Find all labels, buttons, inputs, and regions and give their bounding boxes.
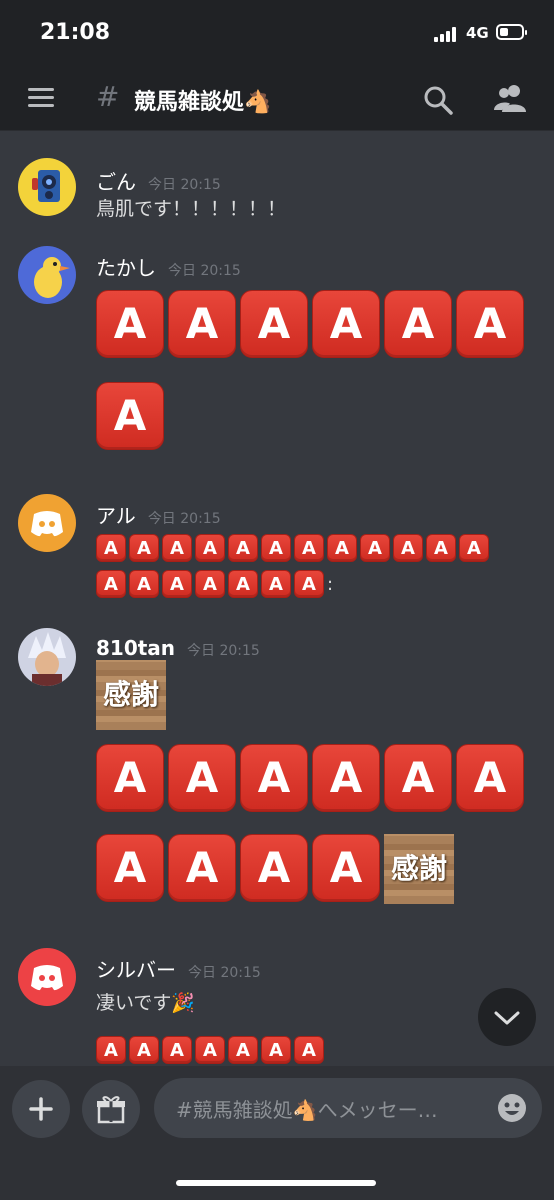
discord-logo-icon — [31, 965, 63, 991]
emoji-a-button: A — [456, 744, 524, 812]
emoji-a-button: A — [384, 290, 452, 358]
signal-icon — [434, 26, 458, 42]
gift-icon — [97, 1096, 125, 1124]
emoji-a-button: A — [168, 744, 236, 812]
emoji-row: AAAAAAA: — [96, 570, 333, 598]
avatar[interactable] — [18, 628, 76, 686]
emoji-a-button: A — [294, 1036, 324, 1064]
emoji-row: AAAAAAAAAAAA — [96, 534, 492, 562]
channel-header: # 競馬雑談処🐴 — [0, 66, 554, 131]
plus-icon — [29, 1097, 53, 1121]
emoji-a-button: A — [129, 570, 159, 598]
emoji-a-button: A — [162, 1036, 192, 1064]
emoji-a-button: A — [195, 1036, 225, 1064]
author-name[interactable]: ごん 今日 20:15 — [96, 166, 221, 195]
emoji-a-button: A — [240, 744, 308, 812]
message-timestamp: 今日 20:15 — [147, 511, 221, 527]
emoji-a-button: A — [261, 1036, 291, 1064]
emoji-a-button: A — [459, 534, 489, 562]
avatar[interactable] — [18, 948, 76, 1006]
emoji-a-button: A — [96, 834, 164, 902]
emoji-a-button: A — [228, 570, 258, 598]
emoji-a-button: A — [96, 534, 126, 562]
message-timestamp: 今日 20:15 — [148, 177, 221, 193]
emoji-a-button: A — [261, 534, 291, 562]
discord-logo-icon — [31, 511, 63, 537]
emoji-a-button: A — [426, 534, 456, 562]
emoji-row: 感謝 — [96, 660, 166, 730]
emoji-a-button: A — [393, 534, 423, 562]
attach-button[interactable] — [12, 1080, 70, 1138]
emoji-picker-icon[interactable] — [496, 1092, 528, 1124]
message-timestamp: 今日 20:15 — [168, 263, 241, 279]
message-item[interactable]: シルバー 今日 20:15 凄いです🎉 AAAAAAA — [0, 948, 554, 1066]
emoji-a-button: A — [384, 744, 452, 812]
emoji-a-button: A — [360, 534, 390, 562]
emoji-a-button: A — [129, 1036, 159, 1064]
avatar[interactable] — [18, 494, 76, 552]
emoji-a-button: A — [162, 534, 192, 562]
emoji-a-button: A — [294, 570, 324, 598]
chevron-down-icon — [494, 1011, 520, 1025]
message-item[interactable]: ごん 今日 20:15 鳥肌です！！！！！！ — [0, 158, 554, 228]
emoji-a-button: A — [312, 834, 380, 902]
scroll-to-bottom-button[interactable] — [478, 988, 536, 1046]
message-item[interactable]: たかし 今日 20:15 AAAAAA A — [0, 246, 554, 456]
avatar[interactable] — [18, 246, 76, 304]
author-name[interactable]: シルバー 今日 20:15 — [96, 954, 261, 983]
emoji-a-button: A — [228, 1036, 258, 1064]
emoji-row: AAAAAA — [96, 744, 528, 812]
emoji-a-button: A — [96, 382, 164, 450]
emoji-a-button: A — [327, 534, 357, 562]
emoji-row: A A A A 感謝 — [96, 834, 454, 904]
emoji-a-button: A — [261, 570, 291, 598]
menu-icon[interactable] — [28, 88, 56, 108]
emoji-a-button: A — [162, 570, 192, 598]
emoji-a-button: A — [456, 290, 524, 358]
emoji-row: A — [96, 382, 168, 450]
emoji-a-button: A — [312, 744, 380, 812]
emoji-a-button: A — [96, 744, 164, 812]
channel-title[interactable]: 競馬雑談処🐴 — [134, 84, 271, 116]
message-text: 鳥肌です！！！！！！ — [96, 198, 287, 220]
home-indicator[interactable] — [176, 1180, 376, 1186]
author-name[interactable]: 810tan 今日 20:15 — [96, 636, 260, 660]
author-name[interactable]: たかし 今日 20:15 — [96, 252, 241, 281]
members-icon[interactable] — [492, 82, 528, 114]
emoji-a-button: A — [96, 1036, 126, 1064]
message-item[interactable]: 810tan 今日 20:15 感謝 AAAAAA A A A A 感謝 — [0, 628, 554, 918]
emoji-a-button: A — [312, 290, 380, 358]
emoji-a-button: A — [129, 534, 159, 562]
emoji-a-button: A — [240, 290, 308, 358]
network-label: 4G — [466, 24, 489, 42]
emoji-a-button: A — [294, 534, 324, 562]
status-time: 21:08 — [40, 20, 111, 45]
status-bar: 21:08 4G — [0, 0, 554, 66]
search-icon[interactable] — [422, 84, 454, 116]
emoji-a-button: A — [228, 534, 258, 562]
battery-icon — [496, 24, 527, 40]
emoji-a-button: A — [195, 570, 225, 598]
channel-hash-icon: # — [96, 80, 120, 113]
message-input[interactable]: #競馬雑談処🐴へメッセー… — [154, 1078, 542, 1138]
message-input-placeholder: #競馬雑談処🐴へメッセー… — [176, 1098, 438, 1122]
message-text: 凄いです🎉 — [96, 992, 196, 1014]
gift-button[interactable] — [82, 1080, 140, 1138]
emoji-a-button: A — [96, 570, 126, 598]
kansha-emoji: 感謝 — [96, 660, 166, 730]
message-suffix: : — [327, 574, 334, 595]
emoji-a-button: A — [195, 534, 225, 562]
message-timestamp: 今日 20:15 — [187, 643, 260, 659]
author-name[interactable]: アル 今日 20:15 — [96, 500, 221, 529]
emoji-a-button: A — [240, 834, 308, 902]
emoji-row: AAAAAA — [96, 290, 528, 358]
emoji-row: AAAAAAA — [96, 1036, 327, 1064]
emoji-a-button: A — [168, 290, 236, 358]
message-item[interactable]: アル 今日 20:15 AAAAAAAAAAAA AAAAAAA: — [0, 494, 554, 604]
message-timestamp: 今日 20:15 — [188, 965, 261, 981]
emoji-a-button: A — [96, 290, 164, 358]
kansha-emoji: 感謝 — [384, 834, 454, 904]
avatar[interactable] — [18, 158, 76, 216]
emoji-a-button: A — [168, 834, 236, 902]
